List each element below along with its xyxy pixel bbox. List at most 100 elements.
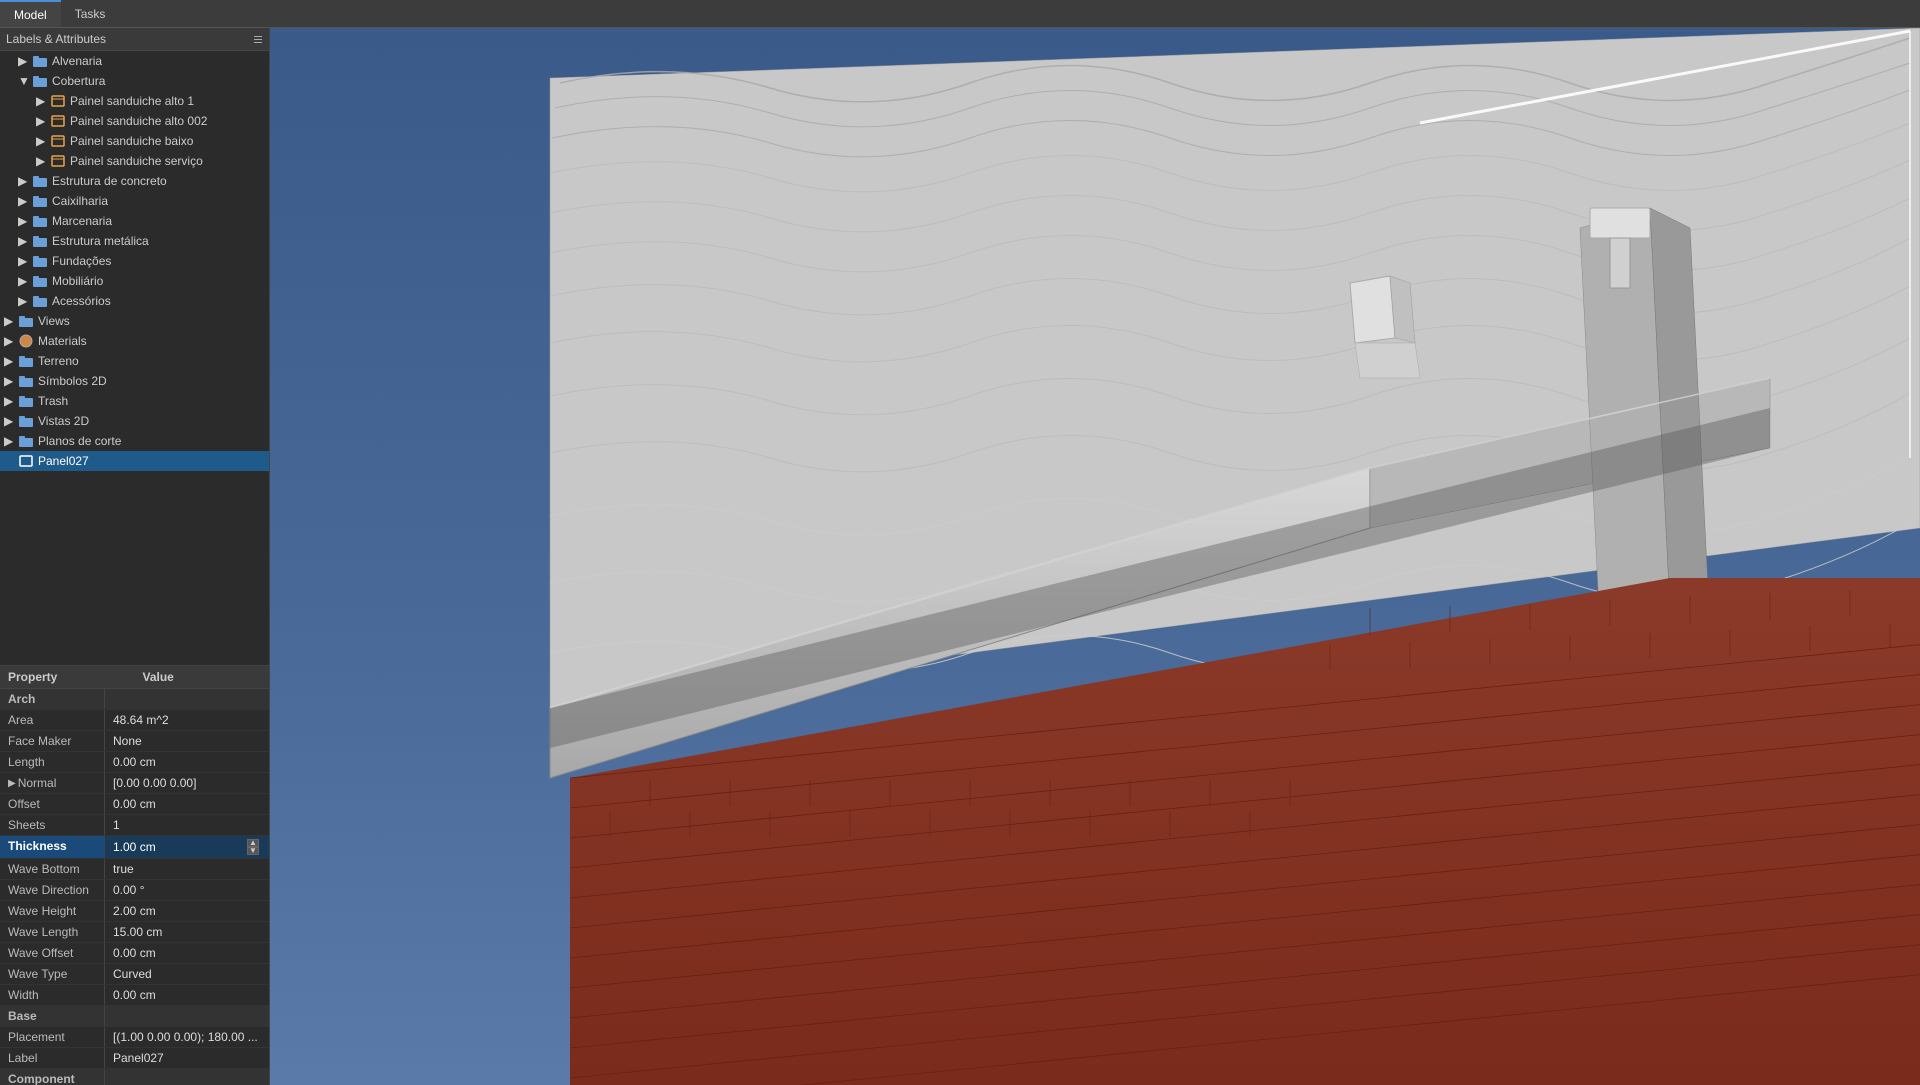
tree-item-panel027[interactable]: Panel027 (0, 451, 269, 471)
arrow-vistas: ▶ (4, 414, 18, 428)
prop-name-length: Length (0, 752, 105, 772)
tree-item-alvenaria[interactable]: ▶ Alvenaria (0, 51, 269, 71)
arrow-marcenaria: ▶ (18, 214, 32, 228)
component-icon-painel1 (50, 93, 66, 109)
arrow-acessorios: ▶ (18, 294, 32, 308)
tree-item-marcenaria[interactable]: ▶ Marcenaria (0, 211, 269, 231)
prop-col-property: Property (0, 666, 135, 688)
tree-item-mobiliario[interactable]: ▶ Mobiliário (0, 271, 269, 291)
arrow-trash: ▶ (4, 394, 18, 408)
arrow-estrutura: ▶ (18, 174, 32, 188)
tree-item-painel3[interactable]: ▶ Painel sanduiche baixo (0, 131, 269, 151)
prop-value-width: 0.00 cm (105, 985, 269, 1005)
tree-item-estrutura[interactable]: ▶ Estrutura de concreto (0, 171, 269, 191)
arrow-mobiliario: ▶ (18, 274, 32, 288)
tree-item-vistas[interactable]: ▶ Vistas 2D (0, 411, 269, 431)
prop-row-placement: Placement [(1.00 0.00 0.00); 180.00 ... (0, 1027, 269, 1048)
tree-label-alvenaria: Alvenaria (52, 54, 102, 68)
tree-item-caixilharia[interactable]: ▶ Caixilharia (0, 191, 269, 211)
tree-label-painel3: Painel sanduiche baixo (70, 134, 193, 148)
tree-view[interactable]: ▶ Alvenaria ▼ Cobertura ▶ Pai (0, 51, 269, 665)
folder-icon-trash (18, 393, 34, 409)
tree-label-terreno: Terreno (38, 354, 79, 368)
folder-icon-marcenaria (32, 213, 48, 229)
materials-icon (18, 333, 34, 349)
prop-row-wave-bottom: Wave Bottom true (0, 859, 269, 880)
prop-value-facemaker[interactable]: None (105, 731, 269, 751)
arrow-panel027 (4, 454, 18, 468)
component-icon-painel4 (50, 153, 66, 169)
tree-label-mobiliario: Mobiliário (52, 274, 103, 288)
thickness-spin-buttons[interactable]: ▲ ▼ (247, 839, 259, 855)
prop-row-component: Component (0, 1069, 269, 1085)
tree-item-painel4[interactable]: ▶ Painel sanduiche serviço (0, 151, 269, 171)
tree-item-trash[interactable]: ▶ Trash (0, 391, 269, 411)
properties-header: Property Value (0, 666, 269, 689)
tree-label-simbolos: Símbolos 2D (38, 374, 107, 388)
prop-value-wave-height: 2.00 cm (105, 901, 269, 921)
arrow-planos: ▶ (4, 434, 18, 448)
prop-row-thickness[interactable]: Thickness 1.00 cm ▲ ▼ (0, 836, 269, 859)
prop-name-wave-bottom: Wave Bottom (0, 859, 105, 879)
tree-label-trash: Trash (38, 394, 68, 408)
prop-row-label: Label Panel027 (0, 1048, 269, 1069)
folder-icon-fundacoes (32, 253, 48, 269)
tab-tasks[interactable]: Tasks (61, 0, 120, 27)
prop-name-sheets: Sheets (0, 815, 105, 835)
arrow-normal: ▶ (8, 778, 16, 789)
prop-value-normal: [0.00 0.00 0.00] (105, 773, 269, 793)
tree-item-views[interactable]: ▶ Views (0, 311, 269, 331)
prop-row-base: Base (0, 1006, 269, 1027)
prop-value-offset: 0.00 cm (105, 794, 269, 814)
tree-item-materials[interactable]: ▶ Materials (0, 331, 269, 351)
viewport-3d[interactable] (270, 28, 1920, 1085)
prop-value-arch (105, 689, 269, 709)
arrow-cobertura: ▼ (18, 74, 32, 88)
prop-row-area: Area 48.64 m^2 (0, 710, 269, 731)
folder-icon-acessorios (32, 293, 48, 309)
object-icon-panel027 (18, 453, 34, 469)
tree-item-acessorios[interactable]: ▶ Acessórios (0, 291, 269, 311)
tree-label-painel2: Painel sanduiche alto 002 (70, 114, 207, 128)
prop-row-facemaker: Face Maker None (0, 731, 269, 752)
prop-name-wave-direction: Wave Direction (0, 880, 105, 900)
arrow-alvenaria: ▶ (18, 54, 32, 68)
thickness-spin-down[interactable]: ▼ (247, 847, 259, 855)
component-icon-painel2 (50, 113, 66, 129)
tab-model[interactable]: Model (0, 0, 61, 27)
folder-icon-terreno (18, 353, 34, 369)
prop-value-placement: [(1.00 0.00 0.00); 180.00 ... (105, 1027, 269, 1047)
viewport-scene (270, 28, 1920, 1085)
prop-name-thickness: Thickness (0, 836, 105, 858)
tree-label-painel4: Painel sanduiche serviço (70, 154, 203, 168)
prop-value-base (105, 1006, 269, 1026)
tree-label-cobertura: Cobertura (52, 74, 105, 88)
prop-value-component (105, 1069, 269, 1085)
tree-item-cobertura[interactable]: ▼ Cobertura (0, 71, 269, 91)
prop-value-label: Panel027 (105, 1048, 269, 1068)
tree-item-terreno[interactable]: ▶ Terreno (0, 351, 269, 371)
tree-item-simbolos[interactable]: ▶ Símbolos 2D (0, 371, 269, 391)
tree-label-panel027: Panel027 (38, 454, 89, 468)
prop-value-wave-length: 15.00 cm (105, 922, 269, 942)
arrow-caixilharia: ▶ (18, 194, 32, 208)
prop-value-thickness[interactable]: 1.00 cm ▲ ▼ (105, 836, 269, 858)
prop-value-wave-bottom: true (105, 859, 269, 879)
labels-attributes-header: Labels & Attributes (0, 28, 269, 51)
prop-row-wave-direction: Wave Direction 0.00 ° (0, 880, 269, 901)
main-layout: Labels & Attributes ▶ Alvenaria ▼ Cobert… (0, 28, 1920, 1085)
prop-name-placement: Placement (0, 1027, 105, 1047)
tree-label-estrutura: Estrutura de concreto (52, 174, 167, 188)
tree-item-estrutura-metal[interactable]: ▶ Estrutura metálica (0, 231, 269, 251)
tree-item-painel2[interactable]: ▶ Painel sanduiche alto 002 (0, 111, 269, 131)
prop-row-offset: Offset 0.00 cm (0, 794, 269, 815)
tree-item-painel1[interactable]: ▶ Painel sanduiche alto 1 (0, 91, 269, 111)
tree-item-planos[interactable]: ▶ Planos de corte (0, 431, 269, 451)
prop-value-wave-offset: 0.00 cm (105, 943, 269, 963)
arrow-painel4: ▶ (36, 154, 50, 168)
prop-value-wave-type[interactable]: Curved (105, 964, 269, 984)
prop-row-arch: Arch (0, 689, 269, 710)
prop-name-wave-type: Wave Type (0, 964, 105, 984)
tree-item-fundacoes[interactable]: ▶ Fundações (0, 251, 269, 271)
arrow-painel2: ▶ (36, 114, 50, 128)
